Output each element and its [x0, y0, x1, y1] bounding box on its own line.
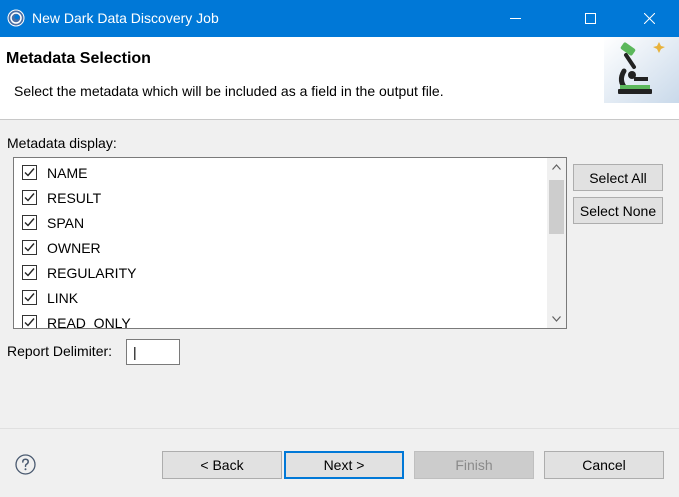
page-title: Metadata Selection — [6, 50, 151, 67]
checkbox[interactable] — [22, 315, 37, 328]
window-titlebar: New Dark Data Discovery Job — [0, 0, 679, 37]
checkmark-icon — [24, 293, 35, 302]
list-item[interactable]: SPAN — [14, 210, 544, 235]
checkbox[interactable] — [22, 240, 37, 255]
close-icon — [643, 13, 655, 24]
list-item-label: REGULARITY — [47, 264, 137, 281]
chevron-up-icon — [552, 164, 561, 170]
checkbox[interactable] — [22, 215, 37, 230]
help-icon[interactable] — [15, 454, 36, 475]
minimize-button[interactable] — [492, 0, 538, 37]
checkmark-icon — [24, 218, 35, 227]
wizard-header: Metadata Selection Select the metadata w… — [0, 37, 679, 120]
maximize-icon — [584, 13, 596, 24]
page-description: Select the metadata which will be includ… — [14, 83, 444, 99]
checkbox[interactable] — [22, 165, 37, 180]
checkmark-icon — [24, 243, 35, 252]
list-item-label: SPAN — [47, 214, 85, 231]
window-title: New Dark Data Discovery Job — [32, 10, 219, 26]
next-button[interactable]: Next > — [284, 451, 404, 479]
minimize-icon — [509, 18, 521, 19]
list-item[interactable]: NAME — [14, 160, 544, 185]
finish-button: Finish — [414, 451, 534, 479]
maximize-button[interactable] — [567, 0, 613, 37]
list-item-label: LINK — [47, 289, 79, 306]
select-none-button[interactable]: Select None — [573, 197, 663, 224]
metadata-display-label: Metadata display: — [7, 135, 117, 151]
list-item[interactable]: READ_ONLY — [14, 310, 544, 329]
report-delimiter-label: Report Delimiter: — [7, 343, 113, 359]
list-item-label: RESULT — [47, 189, 102, 206]
checkmark-icon — [24, 268, 35, 277]
metadata-list[interactable]: NAME RESULT SPAN OWNER REGULARITY LINK R… — [13, 157, 567, 329]
list-item[interactable]: REGULARITY — [14, 260, 544, 285]
list-item[interactable]: OWNER — [14, 235, 544, 260]
checkbox[interactable] — [22, 265, 37, 280]
vertical-scrollbar[interactable] — [547, 158, 566, 328]
app-icon — [7, 9, 25, 27]
scroll-thumb[interactable] — [549, 180, 564, 234]
checkmark-icon — [24, 168, 35, 177]
cancel-button[interactable]: Cancel — [544, 451, 664, 479]
list-item[interactable]: RESULT — [14, 185, 544, 210]
checkbox[interactable] — [22, 190, 37, 205]
close-button[interactable] — [626, 0, 672, 37]
chevron-down-icon — [552, 316, 561, 322]
footer-divider — [0, 428, 679, 429]
checkmark-icon — [24, 193, 35, 202]
report-delimiter-input[interactable]: | — [126, 339, 180, 365]
list-item-label: NAME — [47, 164, 88, 181]
scroll-down-button[interactable] — [547, 310, 566, 328]
checkbox[interactable] — [22, 290, 37, 305]
list-item[interactable]: LINK — [14, 285, 544, 310]
scroll-up-button[interactable] — [547, 158, 566, 176]
list-item-label: READ_ONLY — [47, 314, 131, 329]
microscope-banner-icon — [604, 37, 679, 103]
select-all-button[interactable]: Select All — [573, 164, 663, 191]
list-item-label: OWNER — [47, 239, 101, 256]
back-button[interactable]: < Back — [162, 451, 282, 479]
checkmark-icon — [24, 318, 35, 327]
